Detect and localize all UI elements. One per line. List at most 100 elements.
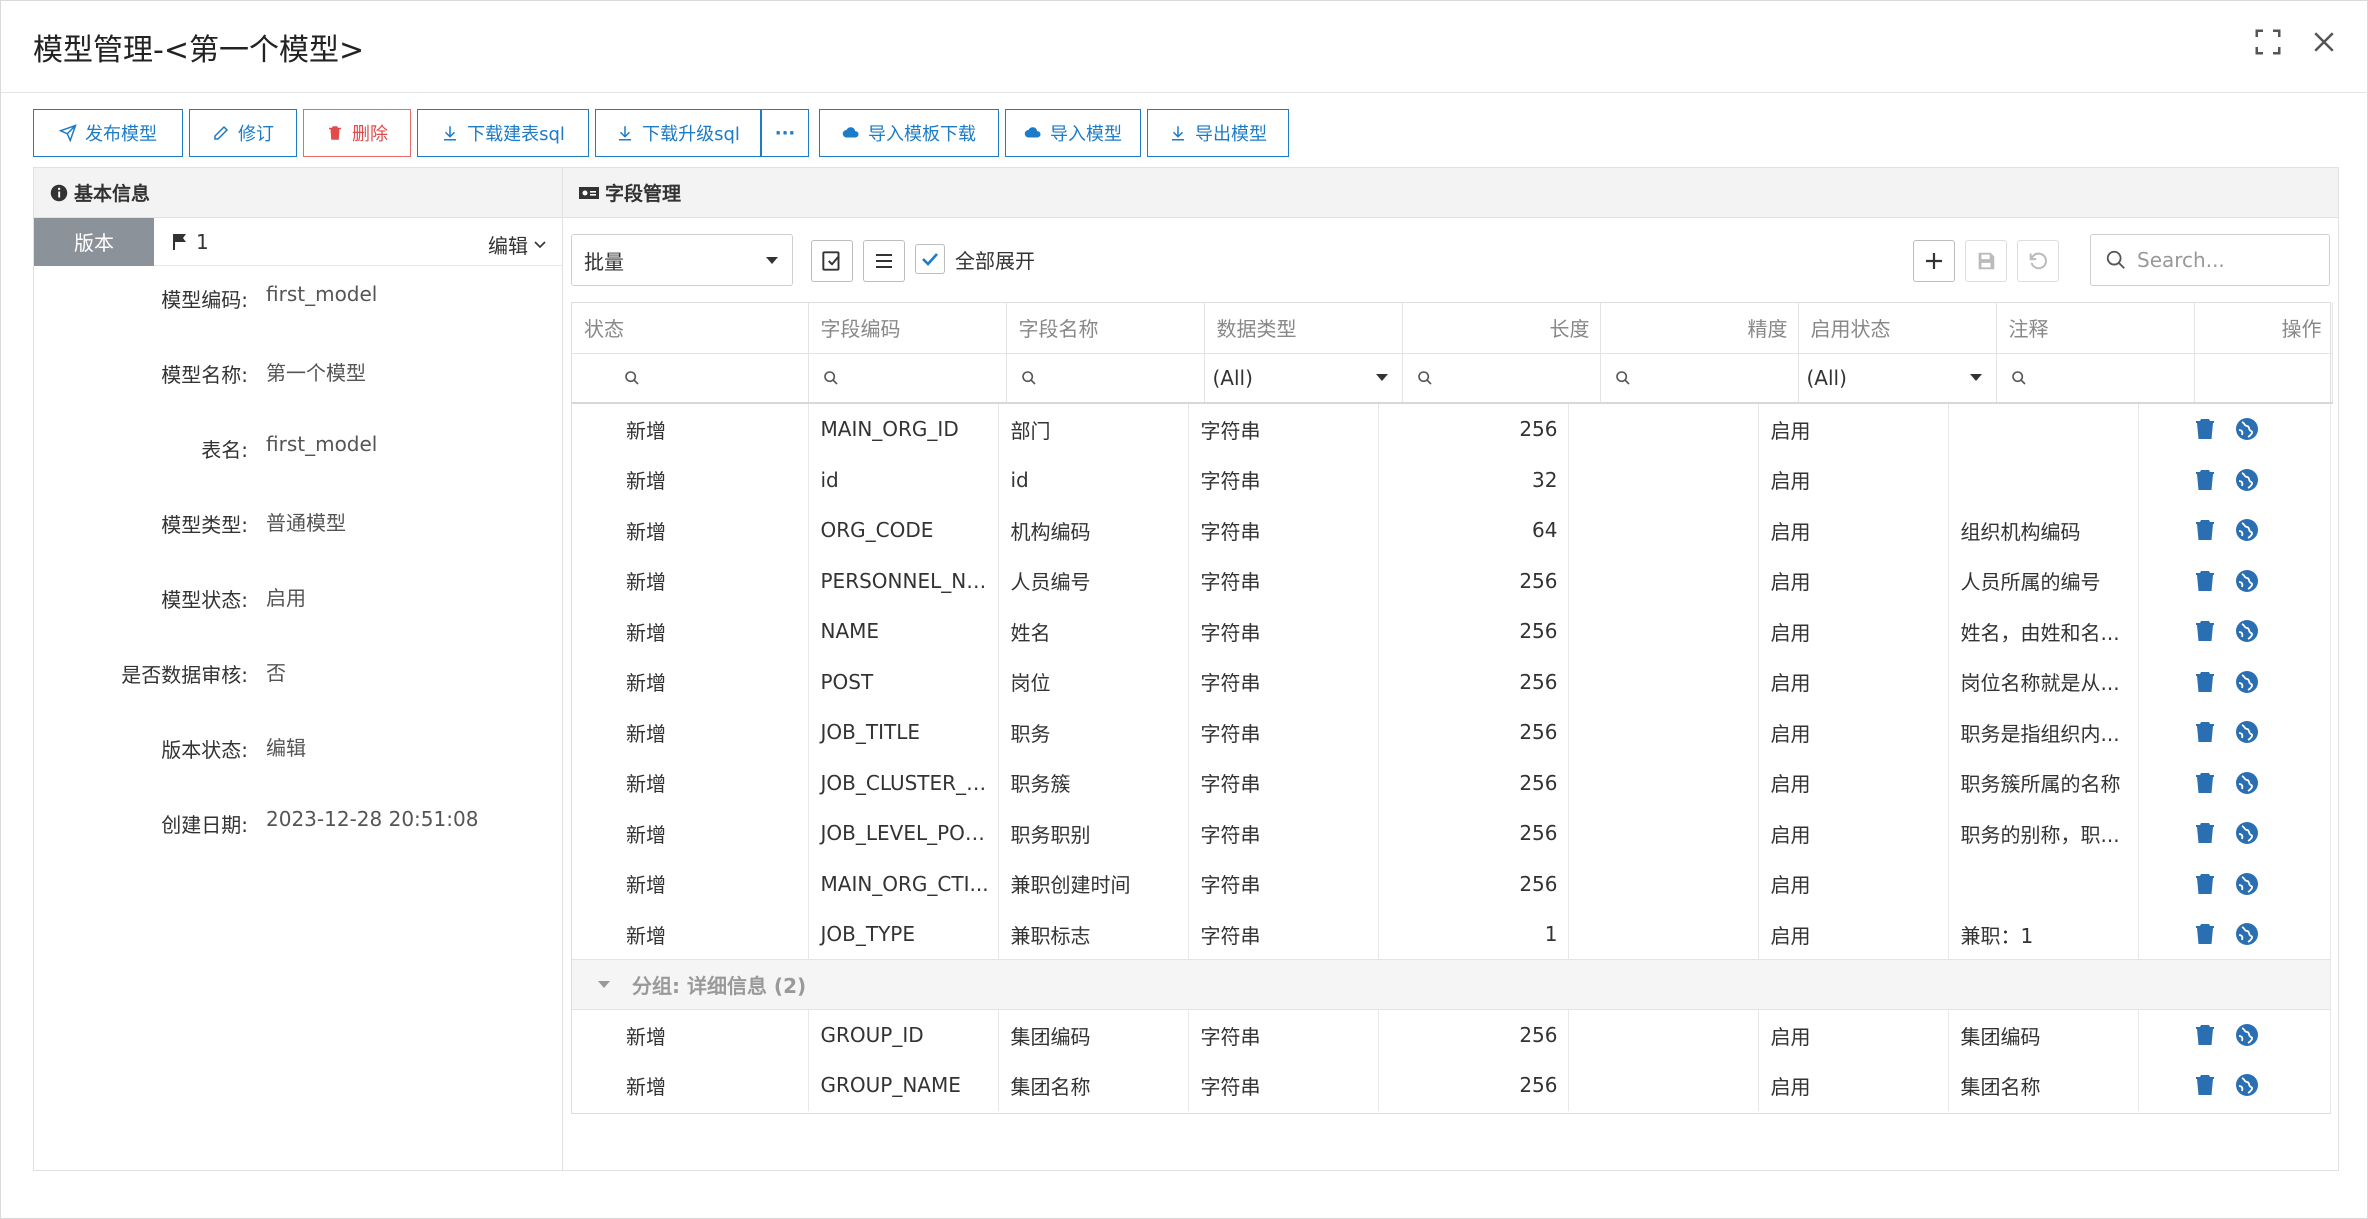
table-row[interactable]: 新增 GROUP_ID 集团编码 字符串 256 启用 集团编码	[572, 1009, 2331, 1060]
cell-type[interactable]: 字符串	[1188, 606, 1379, 657]
globe-icon[interactable]	[2235, 619, 2259, 643]
trash-icon[interactable]	[2195, 1024, 2215, 1046]
column-header[interactable]: 启用状态	[1798, 303, 1997, 354]
table-row[interactable]: 新增 JOB_CLUSTER_N... 职务簇 字符串 256 启用 职务簇所属的名称	[572, 757, 2331, 808]
globe-icon[interactable]	[2235, 569, 2259, 593]
table-row[interactable]: 新增 JOB_LEVEL_POSI... 职务职别 字符串 256 启用 职务的别称，职..…	[572, 808, 2331, 859]
cell-note[interactable]: 人员所属的编号	[1948, 555, 2139, 606]
cell-length[interactable]: 256	[1378, 808, 1569, 859]
cell-note[interactable]: 姓名，由姓和名...	[1948, 606, 2139, 657]
table-row[interactable]: 新增 MAIN_ORG_CTI... 兼职创建时间 字符串 256 启用	[572, 858, 2331, 909]
cell-precision[interactable]	[1568, 404, 1759, 455]
cell-name[interactable]: 集团编码	[998, 1009, 1189, 1060]
cell-length[interactable]: 256	[1378, 404, 1569, 455]
maximize-icon[interactable]	[2253, 27, 2283, 57]
globe-icon[interactable]	[2235, 771, 2259, 795]
cell-note[interactable]	[1948, 858, 2139, 909]
cell-enabled[interactable]: 启用	[1758, 454, 1949, 505]
trash-icon[interactable]	[2195, 620, 2215, 642]
cell-code[interactable]: JOB_LEVEL_POSI...	[808, 808, 999, 859]
cell-note[interactable]: 兼职：1	[1948, 909, 2139, 960]
trash-icon[interactable]	[2195, 418, 2215, 440]
cell-enabled[interactable]: 启用	[1758, 505, 1949, 556]
cell-precision[interactable]	[1568, 757, 1759, 808]
cell-name[interactable]: 职务	[998, 707, 1189, 758]
edit-dropdown[interactable]: 编辑	[488, 230, 548, 259]
add-row-button[interactable]	[1913, 240, 1955, 282]
cell-name[interactable]: 岗位	[998, 656, 1189, 707]
version-tab[interactable]: 版本	[34, 217, 154, 266]
cell-enabled[interactable]: 启用	[1758, 1009, 1949, 1060]
cell-note[interactable]	[1948, 454, 2139, 505]
cell-type[interactable]: 字符串	[1188, 707, 1379, 758]
cell-name[interactable]: 机构编码	[998, 505, 1189, 556]
cell-type[interactable]: 字符串	[1188, 909, 1379, 960]
cell-type[interactable]: 字符串	[1188, 404, 1379, 455]
cell-name[interactable]: 职务职别	[998, 808, 1189, 859]
cell-note[interactable]: 集团编码	[1948, 1009, 2139, 1060]
cell-code[interactable]: id	[808, 454, 999, 505]
column-menu-button[interactable]	[863, 240, 905, 282]
column-header[interactable]: 字段名称	[1006, 303, 1205, 354]
cell-note[interactable]: 职务簇所属的名称	[1948, 757, 2139, 808]
filter-select[interactable]: (All)	[1213, 360, 1394, 396]
delete-button[interactable]: 删除	[303, 109, 411, 157]
table-row[interactable]: 新增 PERSONNEL_NU... 人员编号 字符串 256 启用 人员所属的编号	[572, 555, 2331, 606]
globe-icon[interactable]	[2235, 518, 2259, 542]
cell-precision[interactable]	[1568, 707, 1759, 758]
search-input[interactable]: Search...	[2090, 234, 2330, 286]
cell-precision[interactable]	[1568, 606, 1759, 657]
cell-type[interactable]: 字符串	[1188, 808, 1379, 859]
cell-code[interactable]: POST	[808, 656, 999, 707]
cell-status[interactable]: 新增	[572, 606, 809, 657]
cell-precision[interactable]	[1568, 555, 1759, 606]
cell-name[interactable]: 兼职创建时间	[998, 858, 1189, 909]
cell-name[interactable]: 兼职标志	[998, 909, 1189, 960]
checkbox[interactable]	[915, 244, 945, 274]
column-header[interactable]: 状态	[572, 303, 809, 354]
table-row[interactable]: 新增 NAME 姓名 字符串 256 启用 姓名，由姓和名...	[572, 606, 2331, 657]
cell-status[interactable]: 新增	[572, 808, 809, 859]
table-row[interactable]: 新增 JOB_TITLE 职务 字符串 256 启用 职务是指组织内...	[572, 707, 2331, 758]
table-row[interactable]: 新增 MAIN_ORG_ID 部门 字符串 256 启用	[572, 404, 2331, 455]
cell-code[interactable]: JOB_TITLE	[808, 707, 999, 758]
globe-icon[interactable]	[2235, 872, 2259, 896]
close-icon[interactable]	[2309, 27, 2339, 57]
cell-type[interactable]: 字符串	[1188, 1009, 1379, 1060]
trash-icon[interactable]	[2195, 923, 2215, 945]
cell-type[interactable]: 字符串	[1188, 858, 1379, 909]
cell-precision[interactable]	[1568, 1009, 1759, 1060]
globe-icon[interactable]	[2235, 720, 2259, 744]
globe-icon[interactable]	[2235, 1073, 2259, 1097]
trash-icon[interactable]	[2195, 519, 2215, 541]
cell-length[interactable]: 32	[1378, 454, 1569, 505]
cell-note[interactable]	[1948, 404, 2139, 455]
cell-type[interactable]: 字符串	[1188, 1060, 1379, 1111]
filter-input[interactable]	[817, 360, 998, 396]
cell-enabled[interactable]: 启用	[1758, 555, 1949, 606]
download-upgrade-sql-button[interactable]: 下载升级sql	[595, 109, 761, 157]
import-model-button[interactable]: 导入模型	[1005, 109, 1141, 157]
filter-input[interactable]	[1411, 360, 1592, 396]
cell-name[interactable]: 姓名	[998, 606, 1189, 657]
cell-precision[interactable]	[1568, 656, 1759, 707]
trash-icon[interactable]	[2195, 822, 2215, 844]
trash-icon[interactable]	[2195, 721, 2215, 743]
cell-code[interactable]: GROUP_NAME	[808, 1060, 999, 1111]
cell-type[interactable]: 字符串	[1188, 656, 1379, 707]
cell-note[interactable]: 职务是指组织内...	[1948, 707, 2139, 758]
expand-all-checkbox[interactable]: 全部展开	[915, 244, 1035, 274]
cell-status[interactable]: 新增	[572, 505, 809, 556]
cell-note[interactable]: 职务的别称，职...	[1948, 808, 2139, 859]
check-list-button[interactable]	[811, 240, 853, 282]
cell-length[interactable]: 64	[1378, 505, 1569, 556]
filter-input[interactable]	[580, 360, 800, 396]
import-template-download-button[interactable]: 导入模板下载	[819, 109, 999, 157]
cell-type[interactable]: 字符串	[1188, 757, 1379, 808]
column-header[interactable]: 注释	[1996, 303, 2195, 354]
cell-precision[interactable]	[1568, 505, 1759, 556]
table-row[interactable]: 新增 JOB_TYPE 兼职标志 字符串 1 启用 兼职：1	[572, 909, 2331, 960]
cell-enabled[interactable]: 启用	[1758, 707, 1949, 758]
cell-precision[interactable]	[1568, 1060, 1759, 1111]
cell-enabled[interactable]: 启用	[1758, 757, 1949, 808]
